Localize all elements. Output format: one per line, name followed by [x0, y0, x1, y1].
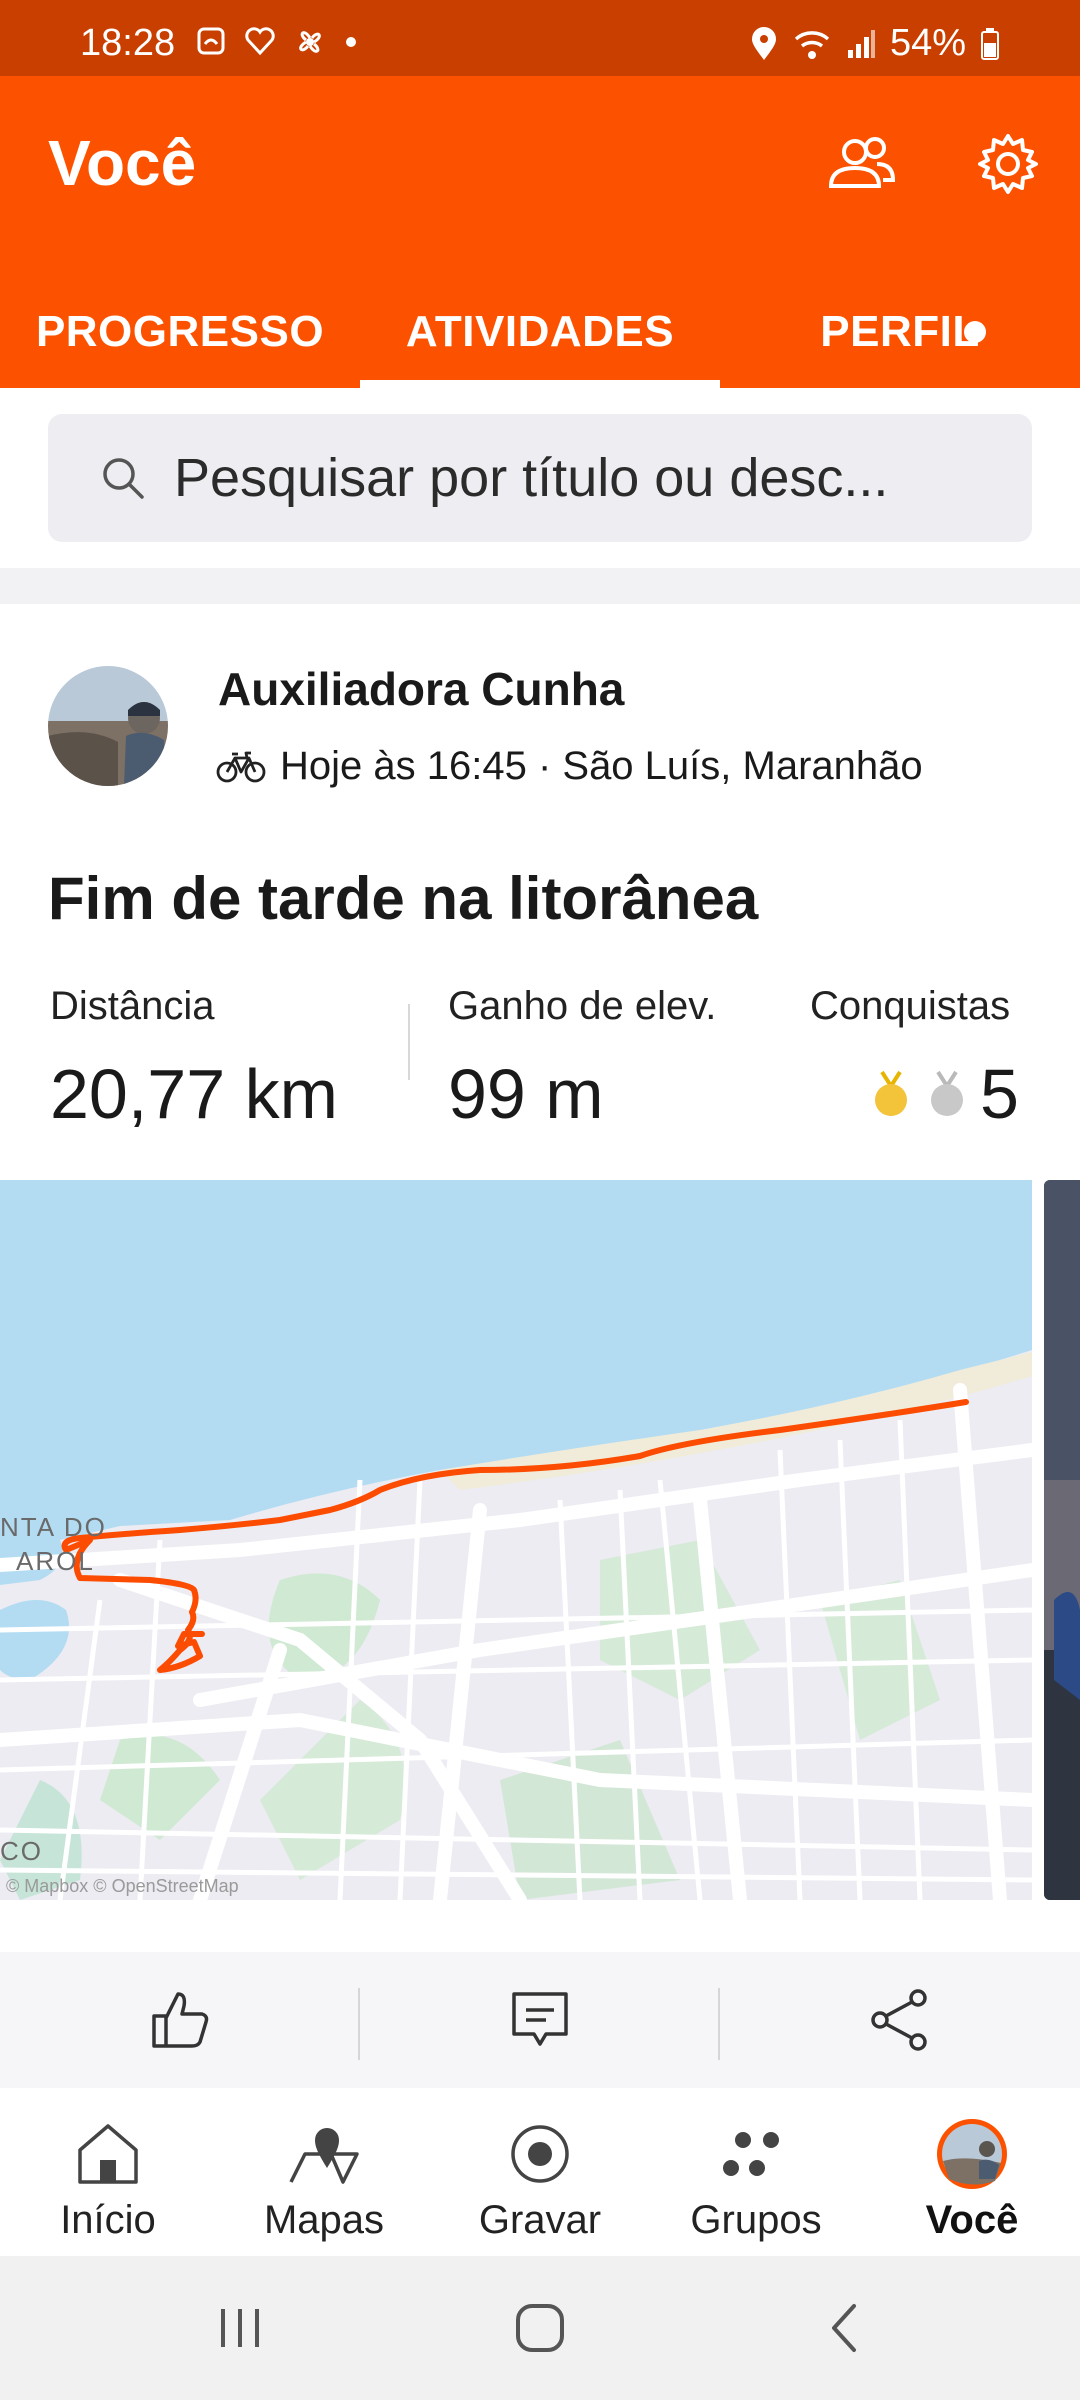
- search-placeholder: Pesquisar por título ou desc...: [174, 448, 889, 508]
- athlete-name[interactable]: Auxiliadora Cunha: [218, 662, 624, 716]
- comment-button[interactable]: [360, 1952, 720, 2088]
- friends-icon: [828, 137, 896, 188]
- nav-grupos[interactable]: Grupos: [648, 2088, 864, 2256]
- record-icon: [511, 2125, 569, 2183]
- gear-icon: [978, 134, 1038, 194]
- search-icon: [103, 458, 144, 499]
- page-title: Você: [48, 127, 197, 199]
- comment-icon: [512, 1992, 568, 2046]
- back-icon: [832, 2304, 856, 2352]
- friends-button[interactable]: [826, 128, 898, 200]
- map-label-1: NTA DO: [0, 1512, 107, 1542]
- map-icon: [289, 2128, 359, 2184]
- battery-percent: 54%: [889, 22, 966, 64]
- settings-button[interactable]: [972, 128, 1044, 200]
- nav-inicio[interactable]: Início: [0, 2088, 216, 2256]
- recent-apps-icon: [221, 2309, 259, 2347]
- route-map[interactable]: NTA DO AROL CO © Mapbox © OpenStreetMap: [0, 1180, 1032, 1900]
- nav-voce[interactable]: Você: [864, 2088, 1080, 2256]
- notification-icon: [197, 27, 225, 55]
- avatar-image: [48, 666, 168, 786]
- silver-medal-icon: [931, 1070, 963, 1116]
- tab-perfil[interactable]: PERFIL: [720, 276, 1080, 388]
- map-label-2: AROL: [16, 1546, 95, 1576]
- nav-mapas[interactable]: Mapas: [216, 2088, 432, 2256]
- location-icon: [751, 26, 776, 60]
- tab-atividades[interactable]: ATIVIDADES: [360, 276, 720, 388]
- athlete-avatar[interactable]: [48, 666, 168, 786]
- system-navigation-bar: [0, 2256, 1080, 2400]
- kudos-button[interactable]: [0, 1952, 360, 2088]
- activity-actions: [0, 1952, 1080, 2088]
- elevation-label: Ganho de elev.: [448, 984, 717, 1028]
- status-time: 18:28: [80, 22, 176, 64]
- achievement-medals: [872, 1070, 966, 1118]
- share-button[interactable]: [720, 1952, 1080, 2088]
- stat-divider: [408, 1004, 410, 1080]
- search-input[interactable]: Pesquisar por título ou desc...: [48, 414, 1032, 542]
- map-label-3: CO: [0, 1836, 43, 1866]
- bottom-navigation: Início Mapas Gravar Grupos Você: [0, 2088, 1080, 2256]
- map-attribution: © Mapbox © OpenStreetMap: [6, 1876, 239, 1896]
- status-bar: 18:28 54%: [0, 0, 1080, 76]
- tab-bar: PROGRESSO ATIVIDADES PERFIL: [0, 276, 1080, 388]
- gold-medal-icon: [875, 1070, 907, 1116]
- nav-gravar[interactable]: Gravar: [432, 2088, 648, 2256]
- activity-card[interactable]: Auxiliadora Cunha Hoje às 16:45 · São Lu…: [0, 604, 1080, 2088]
- home-icon: [78, 2124, 138, 2184]
- recent-apps-button[interactable]: [200, 2296, 280, 2360]
- activity-meta: Hoje às 16:45 · São Luís, Maranhão: [216, 744, 923, 789]
- tab-progresso[interactable]: PROGRESSO: [0, 276, 360, 388]
- wifi-icon: [794, 30, 830, 59]
- activity-title[interactable]: Fim de tarde na litorânea: [48, 864, 758, 933]
- notification-dot: [963, 321, 986, 343]
- elevation-value: 99 m: [448, 1055, 604, 1133]
- map-image: NTA DO AROL CO © Mapbox © OpenStreetMap: [0, 1180, 1032, 1900]
- section-divider: [0, 568, 1080, 604]
- achievements-value: 5: [980, 1055, 1019, 1133]
- groups-icon: [723, 2132, 779, 2176]
- activity-date-location: Hoje às 16:45 · São Luís, Maranhão: [280, 744, 923, 788]
- signal-icon: [847, 29, 875, 58]
- battery-icon: [981, 27, 999, 60]
- home-square-icon: [516, 2304, 564, 2352]
- back-button[interactable]: [804, 2296, 884, 2360]
- bike-icon: [216, 751, 266, 782]
- achievements-label: Conquistas: [810, 984, 1011, 1028]
- heart-icon: [245, 27, 275, 56]
- next-photo-preview[interactable]: [1044, 1180, 1080, 1900]
- distance-label: Distância: [50, 984, 215, 1028]
- fan-icon: [299, 31, 321, 53]
- distance-value: 20,77 km: [50, 1055, 338, 1133]
- home-button[interactable]: [500, 2296, 580, 2360]
- dot-icon: [346, 37, 356, 47]
- thumbs-up-icon: [152, 1992, 209, 2048]
- avatar-icon: [937, 2119, 1007, 2189]
- share-icon: [871, 1989, 927, 2051]
- app-header: Você PROGRESSO ATIVIDADES PERFIL: [0, 76, 1080, 388]
